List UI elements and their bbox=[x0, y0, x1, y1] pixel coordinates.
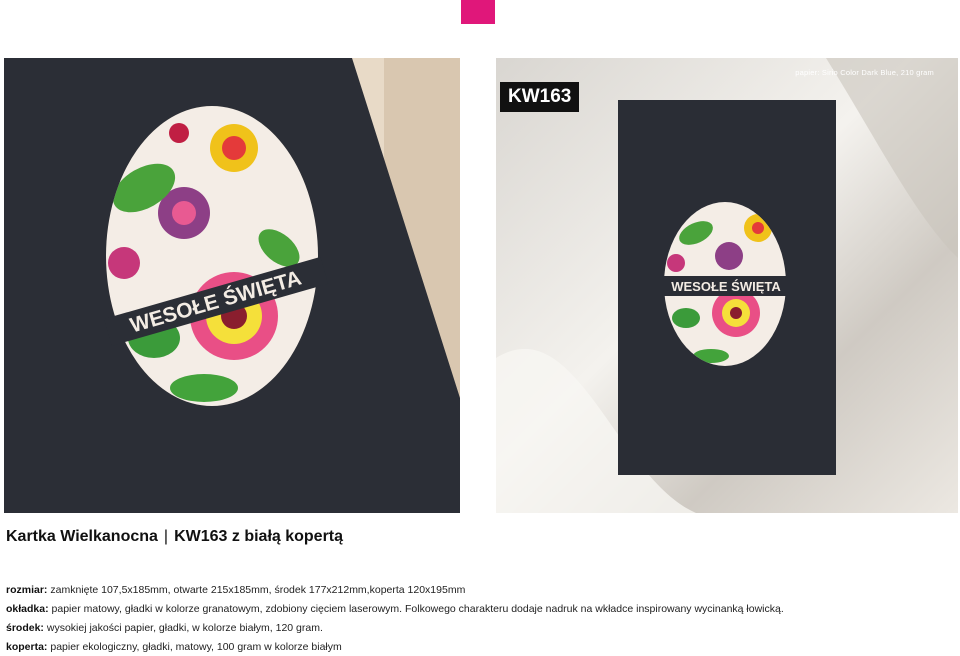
spec-label: koperta: bbox=[6, 641, 48, 653]
spec-value: papier matowy, gładki w kolorze granatow… bbox=[51, 603, 784, 615]
product-title-code: KW163 z białą kopertą bbox=[174, 528, 344, 545]
spec-cover: okładka: papier matowy, gładki w kolorze… bbox=[6, 603, 784, 615]
spec-label: środek: bbox=[6, 622, 44, 634]
brand-accent-square bbox=[461, 0, 495, 24]
product-title-name: Kartka Wielkanocna bbox=[6, 528, 158, 545]
spec-value: wysokiej jakości papier, gładki, w kolor… bbox=[46, 622, 323, 634]
spec-value: papier ekologiczny, gładki, matowy, 100 … bbox=[50, 641, 342, 653]
product-code-badge: KW163 bbox=[500, 82, 580, 112]
spec-inner: środek: wysokiej jakości papier, gładki,… bbox=[6, 622, 323, 634]
spec-label: okładka: bbox=[6, 603, 49, 615]
product-photo-closeup: WESOŁE ŚWIĘTA bbox=[4, 58, 460, 513]
card-greeting-text-right: WESOŁE ŚWIĘTA bbox=[671, 279, 781, 294]
product-title: Kartka Wielkanocna | KW163 z białą kopertą bbox=[6, 528, 343, 546]
product-photo-full: WESOŁE ŚWIĘTA KW163 papier: Sirio Color … bbox=[496, 58, 958, 513]
card-full-illustration: WESOŁE ŚWIĘTA bbox=[496, 58, 958, 513]
spec-envelope: koperta: papier ekologiczny, gładki, mat… bbox=[6, 641, 342, 653]
card-closeup-illustration: WESOŁE ŚWIĘTA bbox=[4, 58, 460, 513]
spec-size: rozmiar: zamknięte 107,5x185mm, otwarte … bbox=[6, 584, 465, 596]
spec-value: zamknięte 107,5x185mm, otwarte 215x185mm… bbox=[50, 584, 466, 596]
paper-note: papier: Sirio Color Dark Blue, 210 gram bbox=[795, 68, 934, 77]
product-title-separator: | bbox=[163, 528, 169, 545]
spec-label: rozmiar: bbox=[6, 584, 48, 596]
